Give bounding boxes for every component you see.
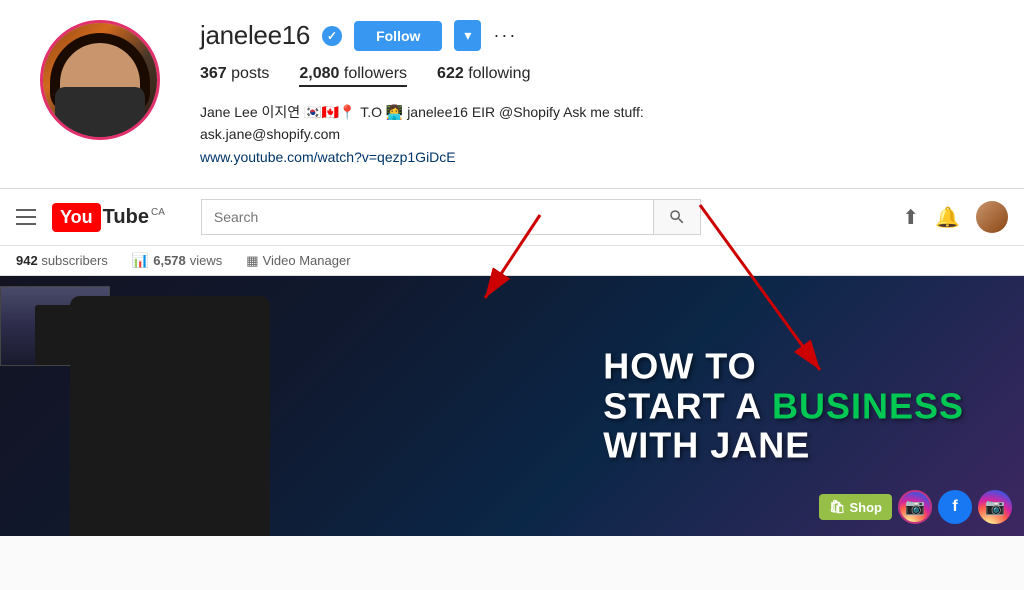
facebook-symbol: f	[952, 498, 957, 516]
youtube-search-bar	[201, 199, 701, 235]
search-input[interactable]	[201, 199, 653, 235]
views-bar-icon: 📊	[132, 252, 149, 269]
username: janelee16	[200, 20, 310, 51]
verified-badge-icon	[322, 26, 342, 46]
followers-count: 2,080	[299, 65, 339, 82]
user-avatar[interactable]	[976, 201, 1008, 233]
shopify-icon: 🛍	[829, 499, 846, 515]
search-icon	[668, 208, 686, 226]
profile-info: janelee16 Follow ▾ ··· 367 posts 2,080 f…	[200, 20, 984, 168]
more-options-button[interactable]: ···	[493, 25, 517, 46]
youtube-region: CA	[151, 207, 165, 218]
sub-count-number: 942	[16, 253, 38, 268]
youtube-logo-you: You	[52, 203, 101, 232]
followers-label: followers	[344, 65, 407, 82]
youtube-section: You Tube CA ⬆ 🔔 942 subscribers 📊	[0, 189, 1024, 276]
search-button[interactable]	[653, 199, 701, 235]
following-count: 622	[437, 65, 464, 82]
banner-person-image	[0, 276, 340, 536]
bottom-social-icons: 🛍 Shop 📷 f 📷	[819, 490, 1012, 524]
views-label: views	[190, 253, 223, 268]
bio-text: Jane Lee 이지연 🇰🇷🇨🇦📍 T.O 👩‍💻 janelee16 EIR…	[200, 101, 700, 123]
video-manager-icon: ▦	[246, 253, 258, 269]
views-count: 6,578	[153, 253, 186, 268]
instagram-profile-section: janelee16 Follow ▾ ··· 367 posts 2,080 f…	[0, 0, 1024, 189]
banner-text: HOW TO START A BUSINESS WITH JANE	[603, 347, 964, 466]
profile-avatar[interactable]	[40, 20, 160, 140]
views-item: 📊 6,578 views	[132, 252, 223, 269]
profile-header: janelee16 Follow ▾ ···	[200, 20, 984, 51]
instagram-symbol: 📷	[905, 497, 925, 517]
upload-button[interactable]: ⬆	[902, 205, 919, 230]
subscriber-count: 942 subscribers	[16, 253, 108, 268]
video-manager-label: Video Manager	[263, 253, 351, 268]
posts-label: posts	[231, 65, 269, 82]
video-manager-link[interactable]: ▦ Video Manager	[246, 253, 350, 269]
facebook-icon[interactable]: f	[938, 490, 972, 524]
youtube-logo: You Tube CA	[52, 203, 165, 232]
bio-email: ask.jane@shopify.com	[200, 123, 700, 145]
sub-count-label: subscribers	[41, 253, 107, 268]
channel-subheader: 942 subscribers 📊 6,578 views ▦ Video Ma…	[0, 245, 1024, 275]
banner-line1: HOW TO	[603, 347, 964, 387]
youtube-header: You Tube CA ⬆ 🔔	[0, 189, 1024, 245]
notifications-button[interactable]: 🔔	[935, 205, 960, 230]
follow-button[interactable]: Follow	[354, 21, 442, 51]
instagram-icon[interactable]: 📷	[898, 490, 932, 524]
banner-line2-green: BUSINESS	[772, 385, 964, 426]
follow-dropdown-button[interactable]: ▾	[454, 20, 481, 51]
youtube-logo-tube: Tube	[103, 206, 149, 229]
banner-line2-white: START A	[603, 385, 761, 426]
video-banner: HOW TO START A BUSINESS WITH JANE 🛍 Shop…	[0, 276, 1024, 536]
posts-stat: 367 posts	[200, 65, 269, 87]
following-stat[interactable]: 622 following	[437, 65, 530, 87]
instagram2-icon[interactable]: 📷	[978, 490, 1012, 524]
posts-count: 367	[200, 65, 227, 82]
banner-line3: WITH JANE	[603, 426, 964, 466]
followers-stat[interactable]: 2,080 followers	[299, 65, 407, 87]
profile-bio: Jane Lee 이지연 🇰🇷🇨🇦📍 T.O 👩‍💻 janelee16 EIR…	[200, 101, 700, 168]
shop-label: Shop	[850, 500, 883, 515]
person-body	[70, 296, 270, 536]
banner-line2: START A BUSINESS	[603, 386, 964, 426]
hamburger-menu[interactable]	[16, 209, 36, 225]
youtube-header-right: ⬆ 🔔	[902, 201, 1008, 233]
bio-link[interactable]: www.youtube.com/watch?v=qezp1GiDcE	[200, 149, 456, 165]
instagram2-symbol: 📷	[985, 497, 1005, 517]
profile-stats: 367 posts 2,080 followers 622 following	[200, 65, 984, 87]
shopify-shop-badge[interactable]: 🛍 Shop	[819, 494, 892, 520]
following-label: following	[468, 65, 530, 82]
